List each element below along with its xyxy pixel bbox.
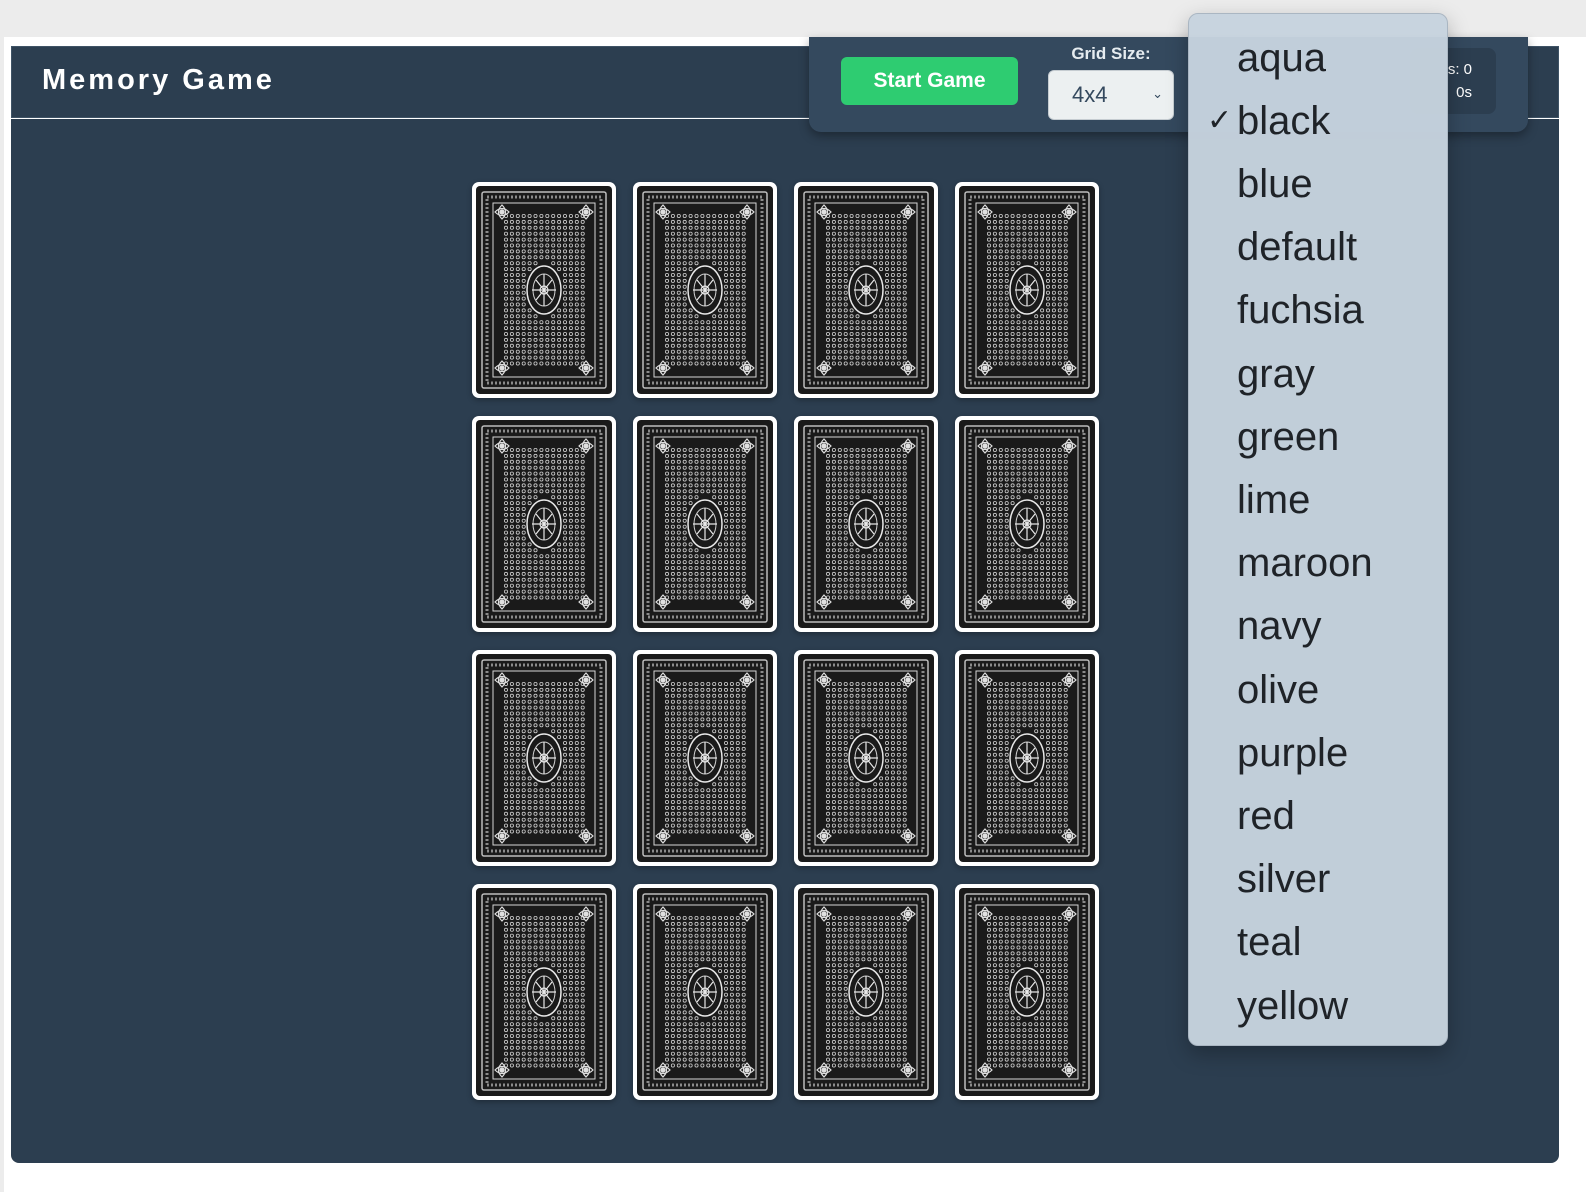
theme-option-navy[interactable]: navy [1237,597,1322,657]
memory-card[interactable] [472,416,616,632]
memory-card[interactable] [633,650,777,866]
memory-card[interactable] [633,182,777,398]
checkmark-icon: ✓ [1207,104,1233,138]
card-back-pattern [476,186,612,394]
card-back-pattern [798,888,934,1096]
card-grid [472,182,1099,1100]
moves-counter: s: 0 [1447,61,1472,78]
card-back-pattern [476,654,612,862]
theme-option-maroon[interactable]: maroon [1237,534,1373,594]
memory-card[interactable] [472,650,616,866]
theme-option-teal[interactable]: teal [1237,913,1302,973]
memory-card[interactable] [633,884,777,1100]
grid-size-select[interactable]: 4x4 ⌄ [1048,70,1174,120]
theme-option-olive[interactable]: olive [1237,660,1319,720]
memory-card[interactable] [794,182,938,398]
card-back-pattern [959,420,1095,628]
theme-dropdown-menu: aqua black ✓ blue default fuchsia gray green lim… [1188,13,1448,1046]
memory-card[interactable] [794,884,938,1100]
theme-option-yellow[interactable]: yellow [1237,976,1348,1036]
memory-card[interactable] [472,182,616,398]
theme-option-aqua[interactable]: aqua [1237,28,1326,88]
memory-card[interactable] [633,416,777,632]
theme-option-lime[interactable]: lime [1237,470,1310,530]
memory-card[interactable] [955,416,1099,632]
memory-card[interactable] [794,416,938,632]
page-title: Memory Game [42,64,275,96]
card-back-pattern [959,186,1095,394]
memory-card[interactable] [955,650,1099,866]
theme-option-red[interactable]: red [1237,786,1295,846]
card-back-pattern [476,420,612,628]
theme-option-green[interactable]: green [1237,407,1339,467]
memory-card[interactable] [472,884,616,1100]
card-back-pattern [637,654,773,862]
memory-card[interactable] [955,182,1099,398]
grid-size-value: 4x4 [1072,82,1108,107]
card-back-pattern [798,186,934,394]
card-back-pattern [476,888,612,1096]
theme-option-silver[interactable]: silver [1237,850,1330,910]
chevron-down-icon: ⌄ [1152,86,1163,101]
card-back-pattern [959,888,1095,1096]
card-back-pattern [798,654,934,862]
memory-card[interactable] [794,650,938,866]
theme-option-blue[interactable]: blue [1237,154,1313,214]
start-game-button[interactable]: Start Game [841,57,1018,105]
theme-option-fuchsia[interactable]: fuchsia [1237,281,1364,341]
theme-option-default[interactable]: default [1237,218,1357,278]
theme-option-black[interactable]: black [1237,91,1330,151]
card-back-pattern [798,420,934,628]
card-back-pattern [637,186,773,394]
theme-option-purple[interactable]: purple [1237,723,1348,783]
grid-size-label: Grid Size: [1071,44,1151,63]
timer: 0s [1456,84,1472,101]
memory-card[interactable] [955,884,1099,1100]
card-back-pattern [637,420,773,628]
card-back-pattern [959,654,1095,862]
theme-option-gray[interactable]: gray [1237,344,1315,404]
card-back-pattern [637,888,773,1096]
